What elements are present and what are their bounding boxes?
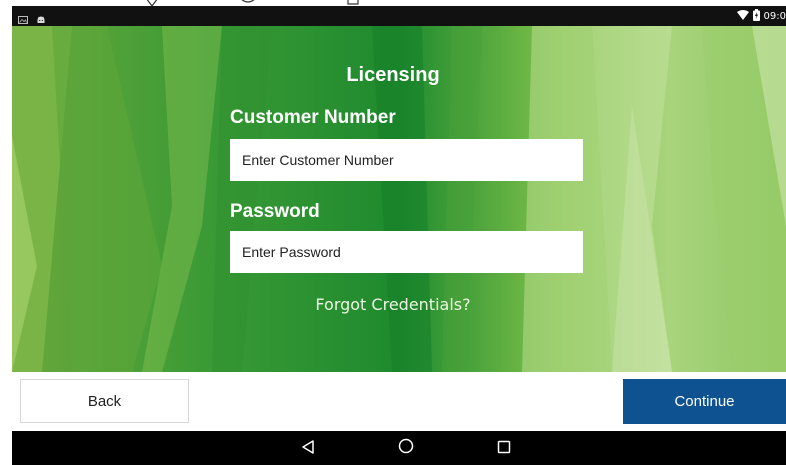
back-button[interactable]: Back xyxy=(20,379,189,423)
status-time: 09:0 xyxy=(763,11,786,22)
action-bar: Back Continue xyxy=(12,372,786,431)
back-button-label: Back xyxy=(87,392,122,410)
licensing-panel: Licensing Customer Number Password Forgo… xyxy=(12,26,786,372)
nav-recents-button[interactable] xyxy=(484,431,524,465)
forgot-credentials-link[interactable]: Forgot Credentials? xyxy=(12,295,786,314)
home-circle-icon xyxy=(398,438,414,458)
password-field[interactable] xyxy=(230,231,583,273)
continue-button-label: Continue xyxy=(674,393,735,410)
password-label: Password xyxy=(230,201,320,222)
page-title: Licensing xyxy=(346,64,440,86)
back-triangle-icon xyxy=(301,439,315,458)
nav-back-button[interactable] xyxy=(288,431,328,465)
wifi-icon xyxy=(736,10,749,23)
battery-icon xyxy=(752,9,760,24)
status-bar: 09:0 xyxy=(12,6,786,26)
continue-button[interactable]: Continue xyxy=(623,379,786,424)
customer-number-label: Customer Number xyxy=(230,107,396,128)
nav-home-button[interactable] xyxy=(386,431,426,465)
recents-square-icon xyxy=(497,439,511,458)
customer-number-field[interactable] xyxy=(230,139,583,181)
navigation-bar xyxy=(12,431,786,465)
